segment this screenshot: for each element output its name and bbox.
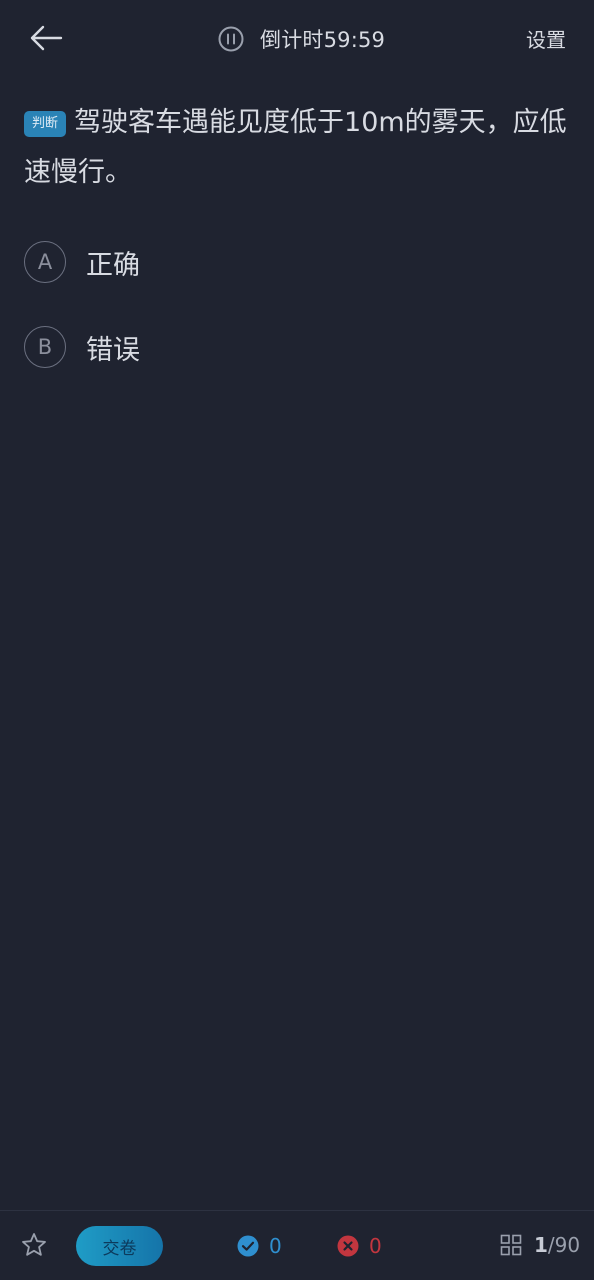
progress-separator: / (547, 1233, 555, 1257)
check-circle-icon (237, 1235, 259, 1257)
option-text: 正确 (86, 249, 140, 281)
option-b[interactable]: B 错误 (24, 325, 140, 369)
wrong-count-value: 0 (369, 1234, 382, 1258)
submit-exam-button[interactable]: 交卷 (76, 1226, 163, 1266)
correct-count: 0 (237, 1234, 282, 1258)
countdown-timer: 倒计时59:59 (218, 22, 385, 56)
option-text: 错误 (86, 334, 140, 366)
question-progress-button[interactable]: 1/90 (500, 1233, 580, 1257)
option-a[interactable]: A 正确 (24, 240, 140, 284)
progress-current: 1 (534, 1233, 548, 1257)
option-letter-circle: A (24, 241, 66, 283)
question-text-block: 判断 驾驶客车遇能见度低于10m的雾天，应低速慢行。 (24, 98, 570, 198)
question-type-badge: 判断 (24, 111, 67, 137)
correct-count-value: 0 (269, 1234, 282, 1258)
grid-icon (500, 1234, 522, 1256)
top-bar: 倒计时59:59 设置 (0, 0, 594, 78)
arrow-left-icon (30, 25, 63, 51)
favorite-button[interactable] (20, 1231, 48, 1259)
progress-total: 90 (554, 1233, 581, 1257)
x-circle-icon (337, 1235, 359, 1257)
pause-button[interactable] (218, 26, 244, 52)
timer-label: 倒计时59:59 (260, 28, 386, 52)
star-icon (22, 1233, 46, 1256)
back-button[interactable] (24, 18, 68, 58)
wrong-count: 0 (337, 1234, 382, 1258)
settings-button[interactable]: 设置 (526, 24, 566, 53)
question-text: 驾驶客车遇能见度低于10m的雾天，应低速慢行。 (24, 107, 567, 188)
bottom-bar: 交卷 0 0 1/90 (0, 1210, 594, 1280)
pause-icon (218, 26, 244, 52)
option-letter-circle: B (24, 326, 66, 368)
